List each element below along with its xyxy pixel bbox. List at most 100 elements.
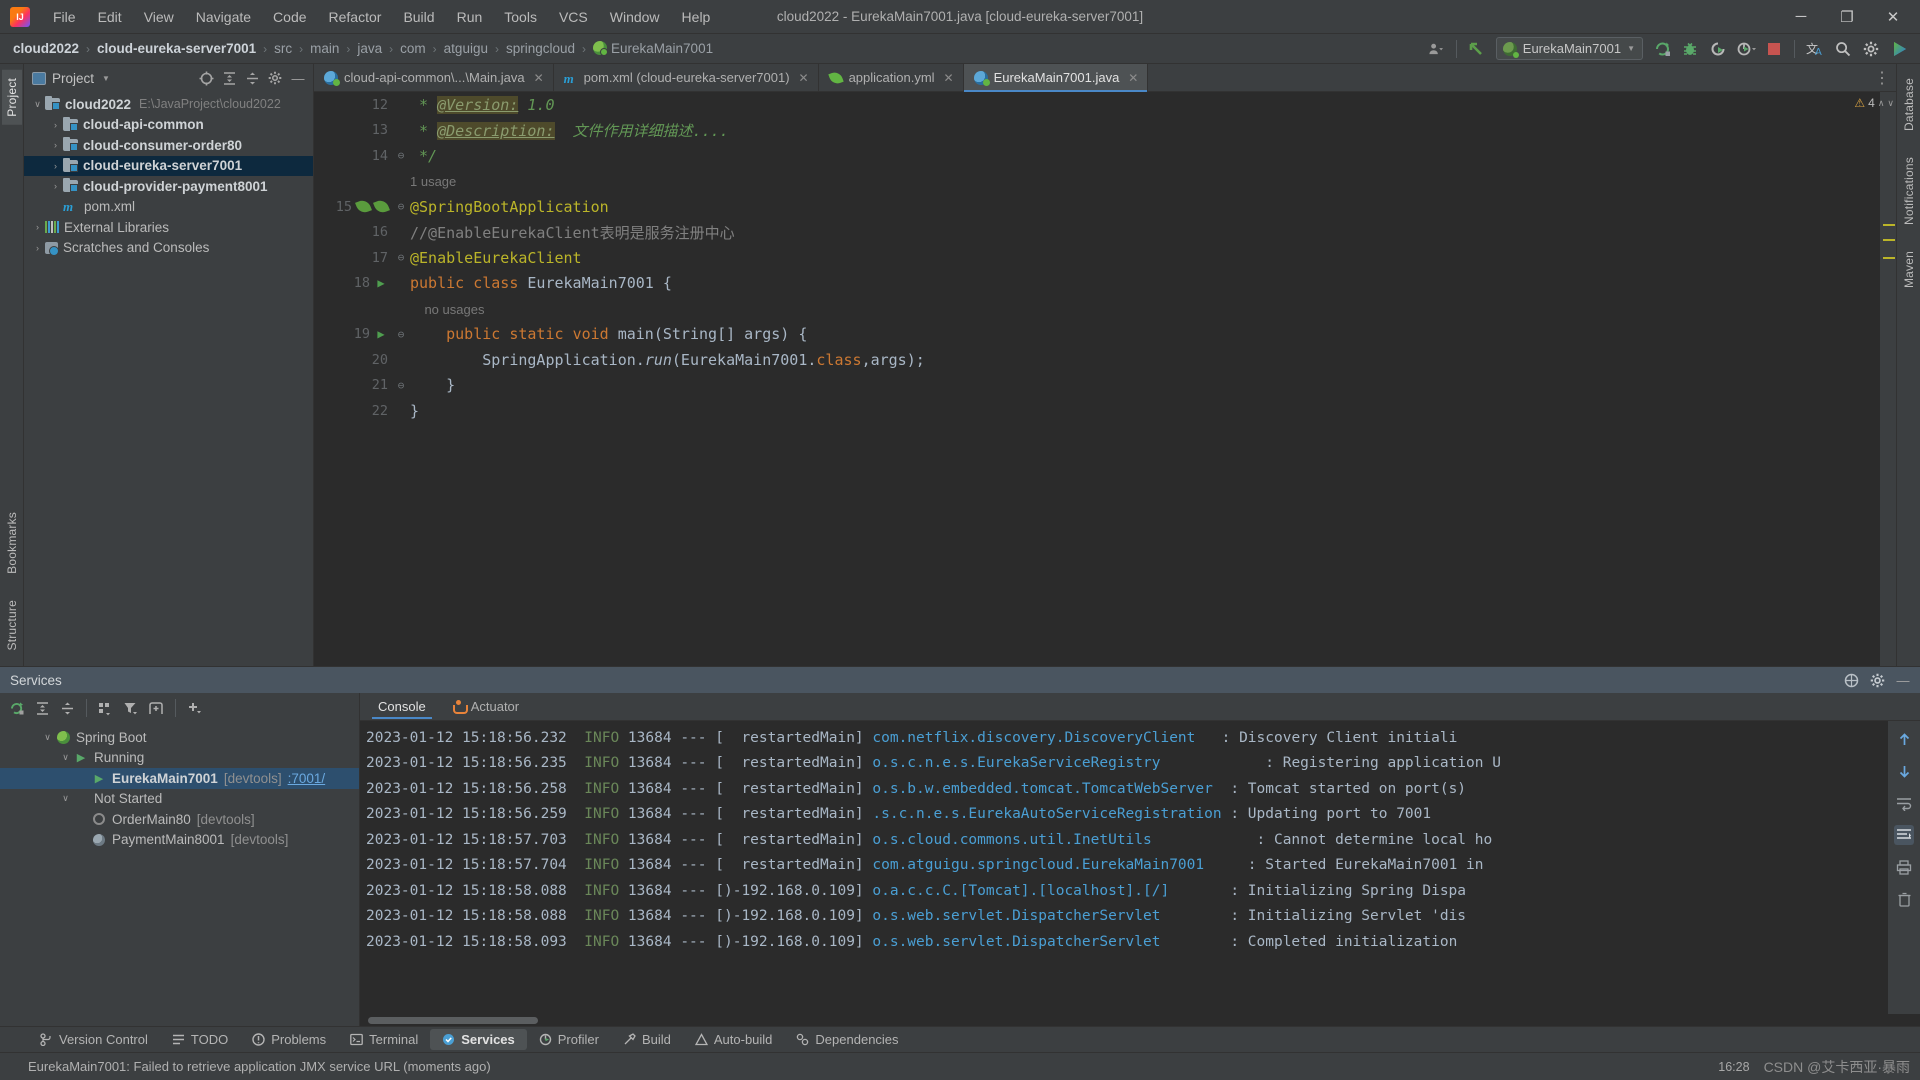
chevron-down-icon[interactable]: ∨	[58, 793, 73, 804]
soft-wrap-icon[interactable]	[1894, 793, 1914, 813]
run-configuration-selector[interactable]: EurekaMain7001 ▼	[1496, 37, 1643, 60]
expand-all-icon[interactable]	[218, 67, 240, 89]
tree-row-cloud-provider-payment8001[interactable]: › cloud-provider-payment8001	[24, 176, 313, 197]
services-row-ordermain80[interactable]: OrderMain80 [devtools]	[0, 809, 359, 830]
chevron-down-icon[interactable]: ∨	[40, 732, 55, 743]
chevron-right-icon[interactable]: ›	[30, 243, 45, 253]
editor-marker-bar[interactable]: ⚠ 4 ∧ ∨	[1880, 92, 1896, 666]
ide-feature-icon[interactable]	[1886, 37, 1912, 61]
services-row-spring-boot[interactable]: ∨ Spring Boot	[0, 727, 359, 748]
menu-edit[interactable]: Edit	[87, 5, 133, 29]
scroll-up-icon[interactable]	[1894, 729, 1914, 749]
sidebar-item-maven[interactable]: Maven	[1899, 243, 1919, 296]
console-horizontal-scrollbar[interactable]	[360, 1014, 1920, 1026]
services-port-link[interactable]: :7001/	[288, 771, 326, 786]
run-gutter-icon[interactable]: ▶	[374, 276, 388, 290]
run-with-coverage-icon[interactable]	[1705, 37, 1731, 61]
bottom-tab-problems[interactable]: Problems	[240, 1029, 338, 1050]
collapse-all-icon[interactable]	[241, 67, 263, 89]
chevron-down-icon[interactable]: ∨	[1887, 98, 1894, 109]
select-opened-file-icon[interactable]	[195, 67, 217, 89]
add-tab-icon[interactable]	[145, 697, 167, 719]
tree-row-cloud-eureka-server7001[interactable]: › cloud-eureka-server7001	[24, 156, 313, 177]
tree-row-cloud2022[interactable]: ∨ cloud2022 E:\JavaProject\cloud2022	[24, 94, 313, 115]
close-icon[interactable]: ✕	[1127, 71, 1139, 85]
breadcrumb-src[interactable]: src	[271, 39, 295, 58]
editor-tabs-overflow[interactable]: ⋮	[1868, 64, 1896, 91]
collapse-all-icon[interactable]	[56, 697, 78, 719]
sidebar-item-notifications[interactable]: Notifications	[1899, 149, 1919, 233]
breadcrumb-springcloud[interactable]: springcloud	[503, 39, 578, 58]
menu-code[interactable]: Code	[262, 5, 317, 29]
account-icon[interactable]	[1423, 37, 1449, 61]
tree-row-cloud-api-common[interactable]: › cloud-api-common	[24, 115, 313, 136]
fold-marker[interactable]: ⊖	[394, 200, 408, 213]
group-by-icon[interactable]	[95, 697, 117, 719]
menu-window[interactable]: Window	[599, 5, 671, 29]
bottom-tab-build[interactable]: Build	[611, 1029, 683, 1050]
menu-help[interactable]: Help	[671, 5, 722, 29]
console-output[interactable]: 2023-01-12 15:18:56.232 INFO 13684 --- […	[360, 721, 1888, 1014]
sidebar-item-database[interactable]: Database	[1899, 70, 1919, 139]
updates-arrow-icon[interactable]	[1464, 37, 1490, 61]
close-icon[interactable]: ✕	[943, 71, 955, 85]
breadcrumb-com[interactable]: com	[397, 39, 429, 58]
tree-row-scratches-and-consoles[interactable]: › Scratches and Consoles	[24, 238, 313, 259]
menu-file[interactable]: File	[42, 5, 87, 29]
close-button[interactable]: ✕	[1870, 1, 1916, 33]
inspection-widget[interactable]: ⚠ 4 ∧ ∨	[1854, 96, 1894, 110]
filter-icon[interactable]	[120, 697, 142, 719]
services-row-eurekamain7001[interactable]: ▶ EurekaMain7001 [devtools] :7001/	[0, 768, 359, 789]
profiler-icon[interactable]	[1733, 37, 1759, 61]
clear-all-icon[interactable]	[1894, 889, 1914, 909]
menu-run[interactable]: Run	[446, 5, 494, 29]
chevron-down-icon[interactable]: ∨	[58, 752, 73, 763]
sidebar-item-bookmarks[interactable]: Bookmarks	[2, 504, 22, 582]
scroll-to-end-icon[interactable]	[1894, 825, 1914, 845]
hide-panel-icon[interactable]: —	[1892, 669, 1914, 691]
sidebar-item-structure[interactable]: Structure	[2, 592, 22, 659]
marker-stripe[interactable]	[1883, 239, 1895, 241]
bean-check-icon[interactable]	[374, 200, 388, 213]
chevron-right-icon[interactable]: ›	[48, 161, 63, 171]
services-row-running[interactable]: ∨ ▶ Running	[0, 748, 359, 769]
menu-vcs[interactable]: VCS	[548, 5, 599, 29]
rerun-icon[interactable]	[6, 697, 28, 719]
usage-hint[interactable]: 1 usage	[410, 174, 456, 189]
breadcrumb-class[interactable]: EurekaMain7001	[590, 39, 716, 58]
fold-marker[interactable]: ⊖	[394, 379, 408, 392]
tab-eurekamain7001-java[interactable]: EurekaMain7001.java ✕	[964, 64, 1149, 91]
settings-gear-icon[interactable]	[1858, 37, 1884, 61]
menu-tools[interactable]: Tools	[493, 5, 548, 29]
bottom-tab-dependencies[interactable]: Dependencies	[784, 1029, 910, 1050]
bottom-tab-todo[interactable]: TODO	[160, 1029, 240, 1050]
add-service-icon[interactable]	[184, 697, 206, 719]
tab-application-yml[interactable]: application.yml ✕	[819, 64, 964, 91]
settings-gear-icon[interactable]	[1866, 669, 1888, 691]
bean-icon[interactable]	[356, 200, 370, 213]
run-gutter-icon[interactable]: ▶	[374, 327, 388, 341]
hide-panel-icon[interactable]: —	[287, 67, 309, 89]
breadcrumb-atguigu[interactable]: atguigu	[441, 39, 491, 58]
breadcrumb-cloud2022[interactable]: cloud2022	[10, 39, 82, 58]
chevron-down-icon[interactable]: ▼	[102, 74, 110, 83]
help-icon[interactable]	[1840, 669, 1862, 691]
marker-stripe[interactable]	[1883, 257, 1895, 259]
menu-navigate[interactable]: Navigate	[185, 5, 262, 29]
status-message[interactable]: EurekaMain7001: Failed to retrieve appli…	[28, 1059, 491, 1074]
chevron-up-icon[interactable]: ∧	[1878, 98, 1885, 109]
tree-row-cloud-consumer-order80[interactable]: › cloud-consumer-order80	[24, 135, 313, 156]
tree-row-external-libraries[interactable]: › External Libraries	[24, 217, 313, 238]
fold-marker[interactable]: ⊖	[394, 149, 408, 162]
close-icon[interactable]: ✕	[533, 71, 545, 85]
bottom-tab-terminal[interactable]: Terminal	[338, 1029, 430, 1050]
sidebar-item-project[interactable]: Project	[2, 70, 22, 125]
scrollbar-thumb[interactable]	[368, 1017, 538, 1024]
chevron-down-icon[interactable]: ∨	[30, 99, 45, 110]
chevron-right-icon[interactable]: ›	[48, 140, 63, 150]
chevron-right-icon[interactable]: ›	[48, 181, 63, 191]
scroll-down-icon[interactable]	[1894, 761, 1914, 781]
search-icon[interactable]	[1830, 37, 1856, 61]
translate-icon[interactable]: 文A	[1802, 37, 1828, 61]
bottom-tab-profiler[interactable]: Profiler	[527, 1029, 611, 1050]
